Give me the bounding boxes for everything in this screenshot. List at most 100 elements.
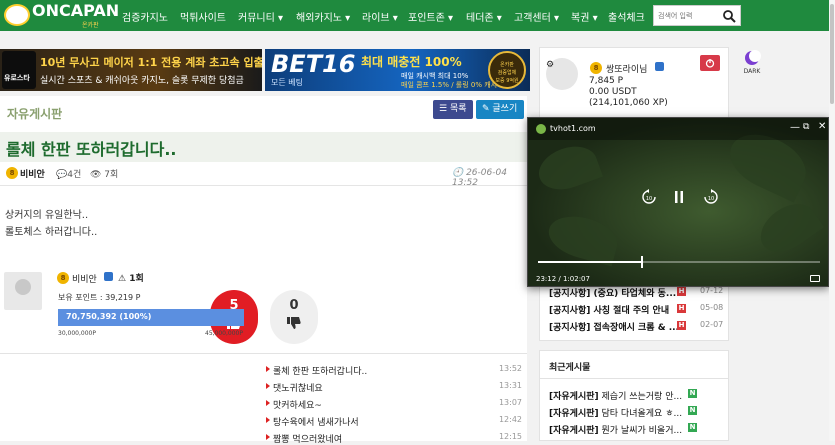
warning-count-value: 1회 bbox=[129, 274, 144, 284]
recent-post-time: 12:42 bbox=[498, 415, 522, 424]
rewind-10-icon[interactable]: 10 bbox=[640, 188, 658, 206]
close-icon[interactable]: ✕ bbox=[818, 121, 826, 132]
author-avatar bbox=[4, 272, 42, 310]
minimize-icon[interactable]: — bbox=[790, 122, 800, 133]
post-date: 🕘 26-06-04 13:52 bbox=[452, 168, 507, 188]
recent-item-text: 뭔가 날씨가 비올거... bbox=[601, 426, 683, 436]
dark-mode-toggle[interactable]: DARK bbox=[737, 50, 767, 80]
pause-icon[interactable] bbox=[670, 188, 688, 206]
post-body-line: 롤토체스 하러갑니다.. bbox=[5, 227, 98, 238]
user-points: 7,845 P bbox=[589, 76, 624, 86]
bullet-icon bbox=[266, 417, 270, 423]
forward-10-icon[interactable]: 10 bbox=[702, 188, 720, 206]
new-badge: N bbox=[688, 389, 697, 398]
bullet-icon bbox=[266, 434, 270, 440]
video-source-url: tvhot1.com bbox=[550, 124, 596, 133]
thumbs-down-icon bbox=[287, 317, 301, 329]
bullet-icon bbox=[266, 400, 270, 406]
bet16-sub: 모든 베팅 bbox=[271, 78, 303, 87]
notice-text: [공지사항] 접속장애시 크롬 & ... bbox=[549, 323, 679, 333]
captions-icon[interactable] bbox=[810, 275, 820, 282]
logo-text: ONCAPAN bbox=[32, 1, 120, 20]
nav-item-lottery[interactable]: 복권 ▾ bbox=[571, 9, 598, 24]
bullet-icon bbox=[266, 366, 270, 372]
nav-item-community[interactable]: 커뮤니티 ▾ bbox=[238, 9, 283, 24]
nav-item-point-zone[interactable]: 포인트존 ▾ bbox=[408, 9, 453, 24]
eurostar-brand: 유로스타 bbox=[4, 74, 30, 82]
bullet-icon bbox=[266, 383, 270, 389]
nav-item-live[interactable]: 라이브 ▾ bbox=[362, 9, 398, 24]
svg-text:10: 10 bbox=[646, 196, 652, 202]
page-scrollbar[interactable] bbox=[829, 0, 835, 441]
nav-item-customer-center[interactable]: 고객센터 ▾ bbox=[514, 9, 559, 24]
svg-text:10: 10 bbox=[708, 196, 714, 202]
nav-item-overseas-casino[interactable]: 해외카지노 ▾ bbox=[296, 9, 350, 24]
video-seek-bar[interactable] bbox=[538, 256, 820, 268]
user-name[interactable]: 쌍또라이님 bbox=[606, 62, 647, 75]
notice-item[interactable]: [공지사항] 접속장애시 크롬 & ... H 02-07 bbox=[549, 320, 727, 333]
recent-post-time: 13:52 bbox=[498, 364, 522, 373]
divider bbox=[539, 378, 729, 379]
search-icon[interactable] bbox=[722, 9, 736, 23]
post-date-value: 26-06-04 13:52 bbox=[452, 168, 507, 188]
write-button[interactable]: ✎ 글쓰기 bbox=[476, 100, 524, 119]
post-author[interactable]: 비비안 bbox=[20, 167, 45, 180]
post-body-line: 상커지의 유일한낙.. bbox=[5, 210, 89, 221]
logout-button[interactable] bbox=[700, 55, 720, 71]
recent-post-title: 롤체 한판 또하러갑니다.. bbox=[273, 367, 368, 377]
video-popup-player[interactable]: tvhot1.com — ⧉ ✕ 10 10 23:12 / 1:02:07 bbox=[527, 117, 829, 287]
notice-date: 07-12 bbox=[700, 286, 724, 295]
recent-item-category: [자유게시판] bbox=[549, 409, 599, 419]
eurostar-logo: 유로스타 bbox=[2, 51, 36, 89]
logo-subtext: 온카판 bbox=[82, 22, 99, 29]
recent-item[interactable]: [자유게시판] 담타 다녀올게요 ㅎ... N bbox=[549, 406, 727, 419]
nav-item-verified-casino[interactable]: 검증카지노 bbox=[122, 9, 168, 24]
banner-left-line2: 실시간 스포츠 & 캐쉬아웃 카지노, 슬롯 무제한 당첨금 bbox=[40, 76, 244, 86]
nav-item-scam-sites[interactable]: 먹튀사이트 bbox=[180, 9, 226, 24]
post-meta: 8 비비안 💬4건 👁 7회 🕘 26-06-04 13:52 bbox=[0, 162, 527, 188]
list-button-label: 목록 bbox=[449, 104, 467, 114]
badge-mid: 검증업체 bbox=[497, 70, 517, 76]
recent-post-title: 맛커하세요~ bbox=[273, 401, 322, 411]
user-level-icon: 8 bbox=[590, 62, 602, 74]
board-title: 자유게시판 bbox=[7, 107, 63, 121]
recent-item-category: [자유게시판] bbox=[549, 392, 599, 402]
search-input[interactable] bbox=[656, 8, 720, 23]
notice-item[interactable]: [공지사항] 사칭 절대 주의 안내 H 05-08 bbox=[549, 303, 727, 316]
notice-text: [공지사항] (중요) 타업체와 동... bbox=[549, 289, 677, 299]
hot-badge: H bbox=[677, 304, 686, 313]
nav-item-attendance[interactable]: 출석체크 bbox=[608, 9, 645, 24]
comment-count-value: 4건 bbox=[67, 170, 82, 180]
site-favicon-icon bbox=[536, 124, 546, 134]
video-seek-handle[interactable] bbox=[641, 256, 644, 268]
divider bbox=[0, 353, 527, 354]
badge-top: 온카판 bbox=[500, 62, 514, 68]
gear-icon[interactable]: ⚙ bbox=[546, 60, 554, 70]
author-card-name[interactable]: 비비안 bbox=[72, 272, 97, 285]
video-seek-fill bbox=[538, 261, 643, 263]
recent-item[interactable]: [자유게시판] 제습기 쓰는거랑 안... N bbox=[549, 389, 727, 402]
recent-post-title: 댓노귀찮네요 bbox=[273, 384, 323, 394]
notice-date: 02-07 bbox=[700, 320, 724, 329]
banner-bet16[interactable]: BET16 모든 베팅 최대 매충전 100% 매일 캐시백 최대 10% 매일… bbox=[265, 49, 530, 91]
author-level-icon: 8 bbox=[6, 167, 18, 179]
view-count-value: 7회 bbox=[104, 170, 119, 180]
site-logo[interactable]: ONCAPAN 온카판 bbox=[4, 1, 120, 29]
nav-item-tether-zone[interactable]: 테더존 ▾ bbox=[466, 9, 502, 24]
dark-mode-label: DARK bbox=[743, 68, 761, 75]
recent-post-title: 짬뽕 먹으러왔네여 bbox=[273, 435, 343, 445]
power-icon bbox=[705, 59, 715, 68]
maximize-icon[interactable]: ⧉ bbox=[803, 122, 809, 132]
bet16-headline: 최대 매충전 100% bbox=[361, 55, 462, 69]
recent-item[interactable]: [자유게시판] 뭔가 날씨가 비올거... N bbox=[549, 423, 727, 436]
author-card-level-icon: 8 bbox=[57, 272, 69, 284]
warning-count: ⚠ 1회 bbox=[118, 274, 144, 284]
downvote-button[interactable]: 0 bbox=[270, 290, 318, 344]
scrollbar-thumb[interactable] bbox=[830, 4, 834, 104]
downvote-count: 0 bbox=[289, 298, 299, 313]
recent-post-time: 13:31 bbox=[498, 381, 522, 390]
banner-eurostar[interactable]: 유로스타 10년 무사고 메이저 1:1 전용 계좌 초고속 입출금 실시간 스… bbox=[0, 49, 262, 91]
list-button[interactable]: ☰ 목록 bbox=[433, 100, 473, 119]
notice-item[interactable]: [공지사항] (중요) 타업체와 동... H 07-12 bbox=[549, 286, 727, 299]
logo-emblem-icon bbox=[4, 4, 30, 26]
